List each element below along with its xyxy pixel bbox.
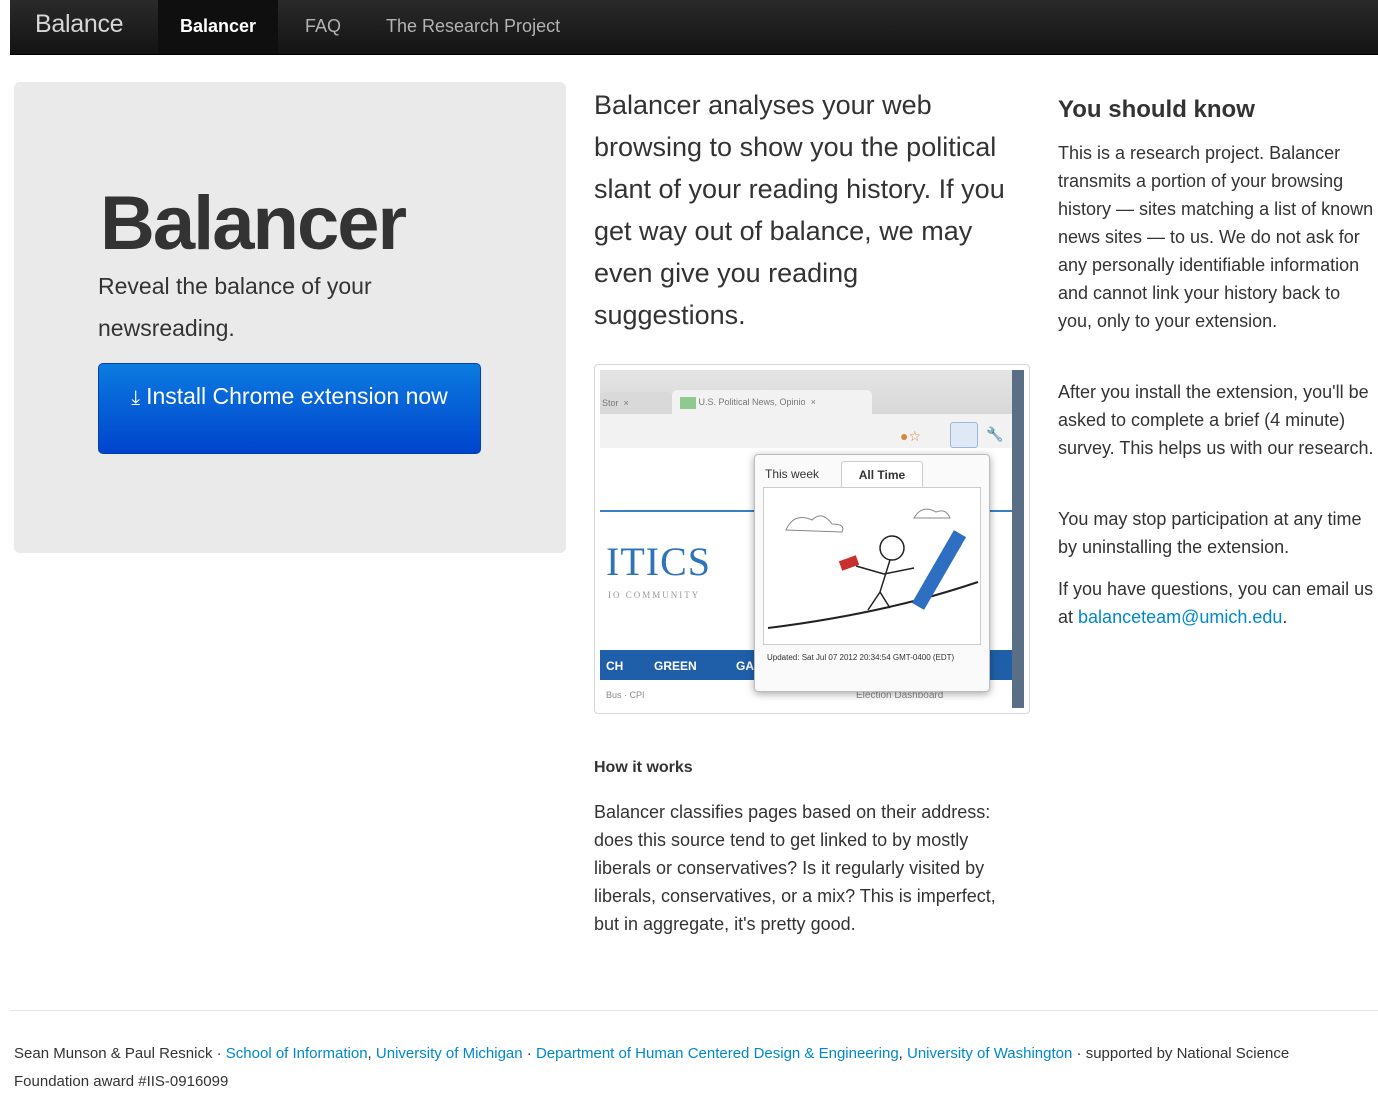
research-project-paragraph: This is a research project. Balancer tra…: [1058, 143, 1374, 331]
lead-paragraph: Balancer analyses your web browsing to s…: [594, 90, 1005, 330]
brand-link[interactable]: Balance: [35, 10, 124, 39]
footer-comma: ,: [367, 1045, 376, 1062]
footer-divider: [10, 1010, 1378, 1011]
footer-separator: ·: [1072, 1045, 1086, 1062]
email-link[interactable]: balanceteam@umich.edu: [1078, 607, 1282, 627]
screenshot-image: Stor × U.S. Political News, Opinio × ●☆ …: [600, 370, 1024, 708]
university-of-michigan-link[interactable]: University of Michigan: [376, 1045, 523, 1062]
install-chrome-extension-button[interactable]: ⤓ Install Chrome extension now: [98, 363, 481, 454]
university-of-washington-link[interactable]: University of Washington: [907, 1045, 1072, 1062]
contact-paragraph: If you have questions, you can email us …: [1058, 575, 1378, 631]
footer-separator: ·: [522, 1045, 536, 1062]
browser-tab-active: U.S. Political News, Opinio ×: [672, 390, 872, 414]
nav-item-faq[interactable]: FAQ: [285, 0, 361, 54]
how-it-works-text: Balancer classifies pages based on their…: [594, 802, 996, 934]
site-logo: ITICS: [606, 539, 711, 584]
stop-participation-paragraph: You may stop participation at any time b…: [1058, 509, 1362, 557]
extension-popup: This week All Time Updated: Sat Jul 07 2…: [754, 454, 990, 692]
menu-item-green: GREEN: [654, 659, 697, 673]
footer: Sean Munson & Paul Resnick · School of I…: [14, 1040, 1344, 1096]
popup-tab-week: This week: [765, 467, 820, 481]
favicon-icon: [680, 396, 696, 409]
you-should-know-heading: You should know: [1058, 96, 1255, 123]
extension-screenshot: Stor × U.S. Political News, Opinio × ●☆ …: [594, 364, 1030, 714]
download-icon: ⤓: [131, 387, 141, 409]
bookmark-icon: ●☆: [900, 428, 922, 444]
contact-period: .: [1282, 607, 1288, 627]
hcde-link[interactable]: Department of Human Centered Design & En…: [536, 1045, 899, 1062]
nav-item-research-project[interactable]: The Research Project: [366, 0, 580, 54]
window-edge: [1012, 370, 1024, 708]
footer-comma: ,: [898, 1045, 907, 1062]
school-of-information-link[interactable]: School of Information: [226, 1045, 368, 1062]
popup-tab-all-time: All Time: [841, 461, 923, 488]
wrench-icon: 🔧: [986, 426, 1004, 442]
hero-subtitle: Reveal the balance of your newsreading.: [98, 273, 372, 341]
nav-item-balancer[interactable]: Balancer: [158, 0, 279, 54]
menu-item-left: CH: [606, 659, 624, 673]
popup-updated-timestamp: Updated: Sat Jul 07 2012 20:34:54 GMT-04…: [767, 653, 955, 662]
install-button-label: Install Chrome extension now: [146, 383, 448, 409]
how-it-works-heading: How it works: [594, 759, 693, 776]
balance-illustration: [763, 487, 981, 645]
hero-unit: Balancer Reveal the balance of your news…: [14, 82, 566, 553]
footer-separator: ·: [212, 1045, 226, 1062]
stick-figure-illustration: [767, 508, 979, 629]
menu-item-ga: GA: [736, 659, 754, 673]
footer-authors: Sean Munson & Paul Resnick: [14, 1045, 213, 1062]
hero-title: Balancer: [100, 181, 407, 266]
balancer-extension-icon: [950, 422, 978, 448]
browser-tab: Stor ×: [600, 392, 672, 414]
survey-paragraph: After you install the extension, you'll …: [1058, 382, 1374, 458]
top-navbar: Balance Balancer FAQ The Research Projec…: [10, 0, 1378, 55]
site-tagline: IO COMMUNITY: [608, 590, 701, 600]
page-bottom-left: Bus · CPI: [606, 690, 645, 700]
